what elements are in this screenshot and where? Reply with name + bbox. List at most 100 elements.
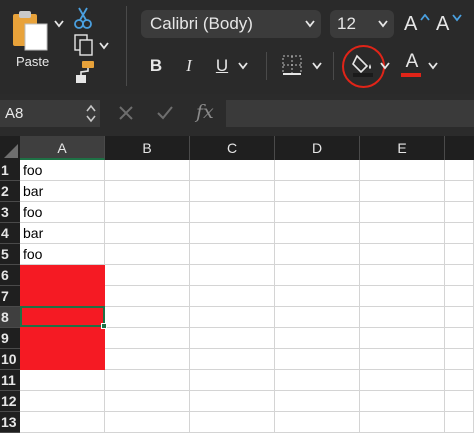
cell[interactable] bbox=[275, 244, 360, 265]
bold-button[interactable]: B bbox=[147, 56, 165, 76]
row-header[interactable]: 5 bbox=[0, 244, 20, 265]
cell[interactable] bbox=[105, 286, 190, 307]
row-header[interactable]: 8 bbox=[0, 307, 20, 328]
cell[interactable] bbox=[445, 244, 474, 265]
cell[interactable]: foo bbox=[20, 160, 105, 181]
font-color-button[interactable]: A bbox=[402, 52, 422, 72]
cell[interactable] bbox=[190, 328, 275, 349]
row-header[interactable]: 4 bbox=[0, 223, 20, 244]
cell[interactable] bbox=[105, 370, 190, 391]
cell[interactable] bbox=[275, 349, 360, 370]
cell[interactable] bbox=[20, 265, 105, 286]
cell[interactable] bbox=[190, 349, 275, 370]
cell[interactable] bbox=[275, 307, 360, 328]
row-header[interactable]: 2 bbox=[0, 181, 20, 202]
cell[interactable] bbox=[190, 265, 275, 286]
cell[interactable] bbox=[105, 412, 190, 433]
cell[interactable]: foo bbox=[20, 244, 105, 265]
row-header[interactable]: 1 bbox=[0, 160, 20, 181]
confirm-check-icon[interactable] bbox=[156, 105, 174, 121]
cell[interactable] bbox=[190, 307, 275, 328]
cell[interactable] bbox=[190, 244, 275, 265]
underline-button[interactable]: U bbox=[213, 56, 231, 76]
cell[interactable] bbox=[105, 244, 190, 265]
cell[interactable] bbox=[445, 160, 474, 181]
cell[interactable] bbox=[105, 328, 190, 349]
row-header[interactable]: 6 bbox=[0, 265, 20, 286]
cell[interactable] bbox=[275, 265, 360, 286]
cell[interactable] bbox=[20, 286, 105, 307]
fill-color-chevron-down-icon[interactable] bbox=[380, 62, 390, 70]
cell[interactable] bbox=[105, 391, 190, 412]
cell[interactable] bbox=[20, 349, 105, 370]
copy-icon[interactable] bbox=[74, 34, 94, 56]
cell[interactable] bbox=[275, 223, 360, 244]
cell[interactable] bbox=[275, 412, 360, 433]
cell[interactable] bbox=[105, 181, 190, 202]
row-header[interactable]: 10 bbox=[0, 349, 20, 370]
cell[interactable] bbox=[190, 412, 275, 433]
cell[interactable] bbox=[105, 349, 190, 370]
cell[interactable] bbox=[275, 370, 360, 391]
row-header[interactable]: 7 bbox=[0, 286, 20, 307]
cell[interactable] bbox=[275, 181, 360, 202]
cell[interactable] bbox=[20, 307, 105, 328]
cell[interactable] bbox=[105, 223, 190, 244]
formula-input[interactable] bbox=[226, 100, 474, 127]
cell[interactable] bbox=[20, 370, 105, 391]
cell[interactable] bbox=[445, 307, 474, 328]
cell[interactable] bbox=[360, 349, 445, 370]
column-header-e[interactable]: E bbox=[360, 136, 445, 160]
cell[interactable] bbox=[445, 181, 474, 202]
cell[interactable] bbox=[190, 286, 275, 307]
cell[interactable] bbox=[360, 202, 445, 223]
row-header[interactable]: 9 bbox=[0, 328, 20, 349]
cell[interactable] bbox=[445, 391, 474, 412]
select-all-corner[interactable] bbox=[0, 136, 20, 160]
cell[interactable] bbox=[190, 370, 275, 391]
scissors-icon[interactable] bbox=[72, 6, 94, 30]
cell[interactable] bbox=[360, 181, 445, 202]
cell[interactable] bbox=[105, 202, 190, 223]
cell[interactable] bbox=[445, 328, 474, 349]
cell[interactable] bbox=[190, 391, 275, 412]
row-header[interactable]: 13 bbox=[0, 412, 20, 433]
row-header[interactable]: 12 bbox=[0, 391, 20, 412]
cell[interactable] bbox=[20, 412, 105, 433]
decrease-font-size-button[interactable]: A bbox=[436, 10, 468, 38]
cell[interactable] bbox=[275, 160, 360, 181]
cell[interactable] bbox=[360, 412, 445, 433]
cell[interactable]: bar bbox=[20, 181, 105, 202]
cell[interactable] bbox=[360, 391, 445, 412]
cell[interactable] bbox=[275, 328, 360, 349]
borders-icon[interactable] bbox=[282, 55, 302, 75]
column-header-d[interactable]: D bbox=[275, 136, 360, 160]
cell[interactable] bbox=[275, 391, 360, 412]
cell[interactable] bbox=[445, 370, 474, 391]
cell[interactable] bbox=[445, 265, 474, 286]
cell[interactable] bbox=[190, 202, 275, 223]
format-painter-icon[interactable] bbox=[72, 60, 96, 84]
cell[interactable] bbox=[190, 223, 275, 244]
row-header[interactable]: 3 bbox=[0, 202, 20, 223]
name-box-stepper-icon[interactable] bbox=[86, 103, 96, 124]
cell[interactable] bbox=[360, 223, 445, 244]
cell[interactable] bbox=[445, 223, 474, 244]
font-color-chevron-down-icon[interactable] bbox=[428, 62, 438, 70]
paste-icon[interactable] bbox=[10, 8, 52, 52]
column-header-b[interactable]: B bbox=[105, 136, 190, 160]
row-header[interactable]: 11 bbox=[0, 370, 20, 391]
copy-chevron-down-icon[interactable] bbox=[99, 42, 109, 50]
cell[interactable] bbox=[360, 307, 445, 328]
cell[interactable]: foo bbox=[20, 202, 105, 223]
cell[interactable] bbox=[275, 202, 360, 223]
cell[interactable] bbox=[445, 349, 474, 370]
cell[interactable] bbox=[360, 244, 445, 265]
font-name-select[interactable]: Calibri (Body) bbox=[141, 10, 321, 38]
name-box[interactable]: A8 bbox=[0, 100, 100, 127]
insert-function-button[interactable]: fx bbox=[196, 101, 214, 123]
underline-chevron-down-icon[interactable] bbox=[238, 62, 248, 70]
cell[interactable] bbox=[360, 286, 445, 307]
column-header-a[interactable]: A bbox=[20, 136, 105, 160]
borders-chevron-down-icon[interactable] bbox=[312, 62, 322, 70]
